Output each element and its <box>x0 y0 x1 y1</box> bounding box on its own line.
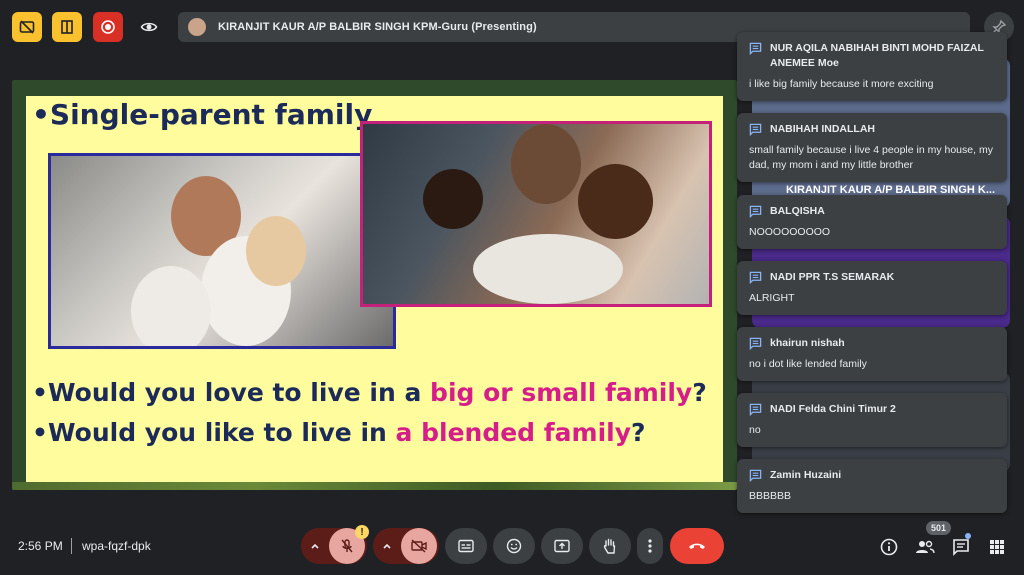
no-captions-button[interactable] <box>12 12 42 42</box>
chat-sender: khairun nishah <box>770 337 845 349</box>
avatar <box>188 18 206 36</box>
chat-message: i like big family because it more exciti… <box>749 78 934 90</box>
chat-notification[interactable]: NADI Felda Chini Timur 2 no <box>737 393 1007 447</box>
captions-icon <box>458 539 474 553</box>
chat-icon <box>953 539 969 556</box>
recording-button[interactable] <box>93 12 123 42</box>
divider <box>71 538 72 554</box>
question-2-text: •Would you like to live in <box>32 418 396 447</box>
shared-screen: •Single-parent family •Would you love to… <box>12 80 737 490</box>
camera-toggle-button[interactable] <box>401 528 437 564</box>
eye-icon <box>140 22 158 32</box>
layout-icon <box>61 20 73 34</box>
chat-message-icon <box>749 42 762 55</box>
chat-notification[interactable]: NADI PPR T.S SEMARAK ALRIGHT <box>737 261 1007 315</box>
chat-message: no i dot like lended family <box>749 358 867 370</box>
chat-message-icon <box>749 123 762 136</box>
reactions-button[interactable] <box>493 528 535 564</box>
view-button[interactable] <box>134 12 164 42</box>
raise-hand-icon <box>603 538 616 554</box>
chat-sender: Zamin Huzaini <box>770 469 842 481</box>
present-icon <box>554 539 570 553</box>
chevron-up-icon <box>311 543 319 549</box>
record-icon <box>101 20 115 34</box>
chat-message-icon <box>749 469 762 482</box>
activities-button[interactable] <box>986 536 1008 558</box>
meet-window: KIRANJIT KAUR A/P BALBIR SINGH KPM-Guru … <box>0 0 1024 575</box>
meeting-details-button[interactable] <box>878 536 900 558</box>
captions-button[interactable] <box>445 528 487 564</box>
chat-notification-dot <box>965 533 971 539</box>
chat-message: small family because i live 4 people in … <box>749 144 993 171</box>
chat-message-icon <box>749 403 762 416</box>
info-icon <box>880 538 898 556</box>
slide-title: •Single-parent family <box>32 98 373 131</box>
chat-message-icon <box>749 337 762 350</box>
question-2-mark: ? <box>631 418 646 447</box>
leave-call-button[interactable] <box>670 528 724 564</box>
clock: 2:56 PM <box>18 539 63 553</box>
video-options-button[interactable] <box>373 528 401 564</box>
chat-notification[interactable]: khairun nishah no i dot like lended fami… <box>737 327 1007 381</box>
chat-sender: NADI PPR T.S SEMARAK <box>770 271 895 283</box>
chat-message: no <box>749 424 761 436</box>
camera-control-group <box>373 528 439 564</box>
presenter-label: KIRANJIT KAUR A/P BALBIR SINGH KPM-Guru … <box>218 21 537 33</box>
meeting-code: wpa-fqzf-dpk <box>82 539 151 553</box>
people-icon <box>916 540 935 554</box>
audio-options-button[interactable] <box>301 528 329 564</box>
question-2-highlight: a blended family <box>395 418 632 447</box>
question-1-text: •Would you love to live in a <box>32 378 431 407</box>
mic-warning-badge: ! <box>355 525 369 539</box>
layout-button[interactable] <box>52 12 82 42</box>
emoji-icon <box>506 538 522 554</box>
activities-icon <box>990 540 1004 554</box>
question-1-mark: ? <box>692 378 707 407</box>
chat-message: ALRIGHT <box>749 292 795 304</box>
chat-message-icon <box>749 205 762 218</box>
question-1-highlight: big or small family <box>430 378 693 407</box>
mother-daughter-photo <box>48 153 396 349</box>
people-button[interactable] <box>914 536 936 558</box>
question-1: •Would you love to live in a big or smal… <box>32 378 707 407</box>
present-now-button[interactable] <box>541 528 583 564</box>
presentation-slide: •Single-parent family •Would you love to… <box>26 96 723 486</box>
chat-sender: NABIHAH INDALLAH <box>770 123 875 135</box>
chat-notification[interactable]: Zamin Huzaini BBBBBB <box>737 459 1007 513</box>
chat-notification[interactable]: BALQISHA NOOOOOOOOO <box>737 195 1007 249</box>
chat-message: NOOOOOOOOO <box>749 226 831 238</box>
chat-notification[interactable]: NUR AQILA NABIHAH BINTI MOHD FAIZAL ANEM… <box>737 32 1007 101</box>
raise-hand-button[interactable] <box>589 528 631 564</box>
bottom-bar: 2:56 PM wpa-fqzf-dpk <box>0 520 1024 575</box>
chat-sender: BALQISHA <box>770 205 825 217</box>
question-2: •Would you like to live in a blended fam… <box>32 418 646 447</box>
grass-border <box>12 482 737 490</box>
chat-sender: NADI Felda Chini Timur 2 <box>770 403 896 415</box>
chat-sender: NUR AQILA NABIHAH BINTI MOHD FAIZAL ANEM… <box>770 42 984 69</box>
chat-button[interactable] <box>950 536 972 558</box>
chat-notification[interactable]: NABIHAH INDALLAH small family because i … <box>737 113 1007 182</box>
more-vert-icon <box>648 539 652 553</box>
camera-off-icon <box>411 539 427 553</box>
chevron-up-icon <box>383 543 391 549</box>
end-call-icon <box>689 543 705 549</box>
mic-off-icon <box>341 539 353 553</box>
chat-message: BBBBBB <box>749 490 792 502</box>
no-cc-icon <box>19 20 35 34</box>
chat-message-icon <box>749 271 762 284</box>
more-options-button[interactable] <box>637 528 663 564</box>
father-children-photo <box>360 121 712 307</box>
participant-count-badge: 501 <box>926 521 952 535</box>
